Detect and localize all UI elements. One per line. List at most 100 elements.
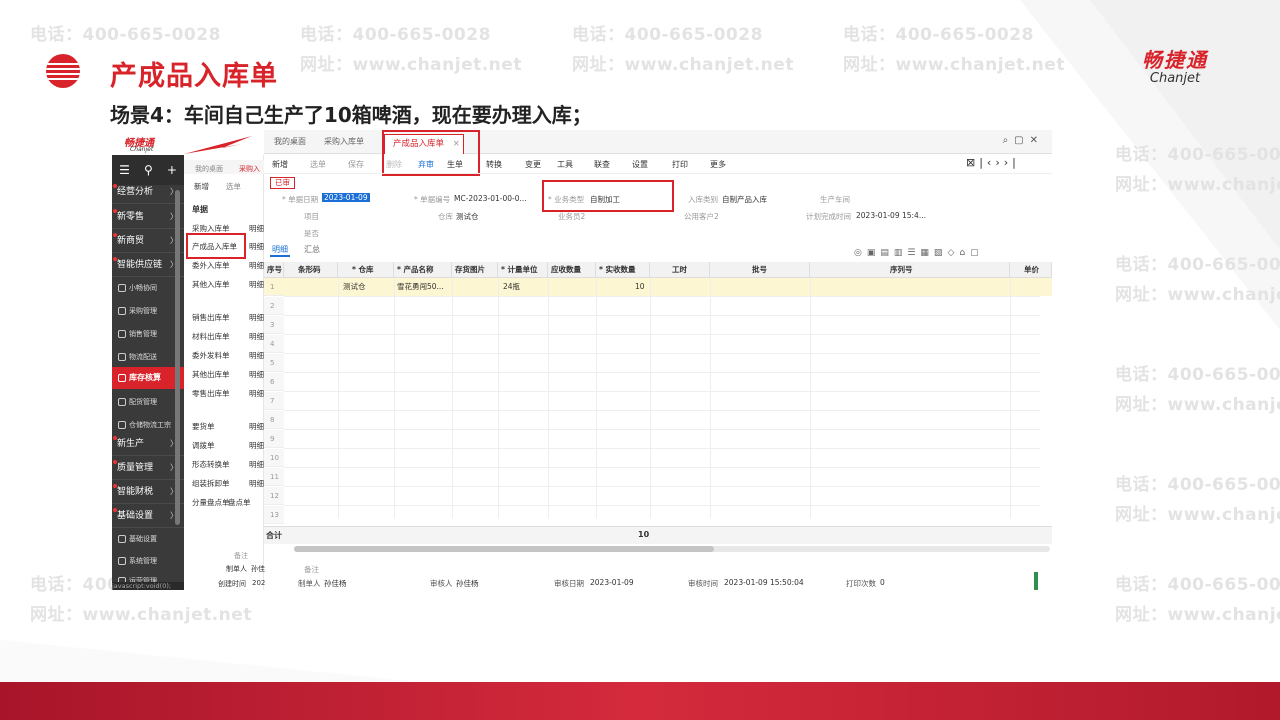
sidebar-sub-system[interactable]: 系统管理 xyxy=(112,550,184,572)
delete-button[interactable]: 删除 xyxy=(386,159,402,170)
menu-other-in[interactable]: 其他入库单 xyxy=(192,279,230,290)
sidebar-sub-sales[interactable]: 销售管理 xyxy=(112,323,184,345)
sidebar-item-production[interactable]: 新生产〉 xyxy=(112,432,184,456)
sidebar-sub-basic[interactable]: 基础设置 xyxy=(112,528,184,550)
menu-detail-link[interactable]: 明细 xyxy=(249,369,264,380)
convert-button[interactable]: 转换 xyxy=(486,159,502,170)
sidebar-sub-collab[interactable]: 小畅协同 xyxy=(112,277,184,299)
row-number: 9 xyxy=(264,430,284,448)
menu-detail-link[interactable]: 明细 xyxy=(249,459,264,470)
sidebar-sub-distribution[interactable]: 配货管理 xyxy=(112,391,184,413)
sidebar-item-finance[interactable]: 智能财税〉 xyxy=(112,480,184,504)
generate-button[interactable]: 生单 xyxy=(447,159,463,170)
menu-product-in[interactable]: 产成品入库单 xyxy=(192,241,237,252)
mid-creator-label: 制单人 xyxy=(226,565,247,573)
mid-note-label: 备注 xyxy=(234,552,248,560)
menu-transfer[interactable]: 调拨单 xyxy=(192,440,215,451)
menu-detail-link[interactable]: 明细 xyxy=(249,279,264,290)
menu-material-out[interactable]: 材料出库单 xyxy=(192,331,230,342)
cell-unit[interactable]: 24瓶 xyxy=(500,278,520,296)
mid-tab-purchase[interactable]: 采购入 xyxy=(239,164,260,174)
sidebar-item-quality[interactable]: 质量管理〉 xyxy=(112,456,184,480)
tab-close-icon[interactable]: × xyxy=(453,139,460,149)
sidebar-sub-purchase[interactable]: 采购管理 xyxy=(112,300,184,322)
menu-sales-out[interactable]: 销售出库单 xyxy=(192,312,230,323)
menu-detail-link[interactable]: 明细 xyxy=(249,478,264,489)
menu-retail-out[interactable]: 零售出库单 xyxy=(192,388,230,399)
audit-date-value: 2023-01-09 xyxy=(590,578,634,587)
mid-select-button[interactable]: 选单 xyxy=(226,181,241,192)
cell-product[interactable]: 雪花勇闯50... xyxy=(394,278,444,296)
menu-purchase-in[interactable]: 采购入库单 xyxy=(192,223,230,234)
tools-button[interactable]: 工具 xyxy=(557,159,573,170)
watermark-phone: 电话：400-665-0028 xyxy=(300,25,491,45)
menu-detail-link[interactable]: 明细 xyxy=(249,331,264,342)
col-image: 存货图片 xyxy=(452,262,498,278)
menu-detail-link[interactable]: 明细 xyxy=(249,350,264,361)
menu-stocktake-link[interactable]: 盘点单 xyxy=(228,497,251,508)
menu-other-out[interactable]: 其他出库单 xyxy=(192,369,230,380)
sidebar-item-trade[interactable]: 新商贸〉 xyxy=(112,229,184,253)
status-badge: 已审 xyxy=(270,177,295,189)
mid-new-button[interactable]: 新增 xyxy=(194,181,209,192)
menu-detail-link[interactable]: 明细 xyxy=(249,312,264,323)
menu-form-convert[interactable]: 形态转换单 xyxy=(192,459,230,470)
tab-detail[interactable]: 明细 xyxy=(270,244,290,257)
menu-detail-link[interactable]: 明细 xyxy=(249,440,264,451)
horizontal-scrollbar[interactable] xyxy=(294,546,1050,552)
mid-tab-desktop[interactable]: 我的桌面 xyxy=(195,164,223,174)
warehouse-field[interactable]: 测试仓 xyxy=(456,211,479,222)
tab-purchase-in[interactable]: 采购入库单 xyxy=(324,136,364,147)
menu-detail-link[interactable]: 明细 xyxy=(249,241,264,252)
menu-detail-link[interactable]: 明细 xyxy=(249,421,264,432)
menu-icon[interactable]: ☰ xyxy=(119,163,130,177)
sidebar-sub-logistics[interactable]: 物流配送 xyxy=(112,346,184,368)
sidebar-item-retail[interactable]: 新零售〉 xyxy=(112,205,184,229)
col-batch: 批号 xyxy=(710,262,810,278)
save-button[interactable]: 保存 xyxy=(348,159,364,170)
menu-detail-link[interactable]: 明细 xyxy=(249,223,264,234)
sidebar-sub-inventory[interactable]: 库存核算 xyxy=(112,367,184,389)
menu-assembly[interactable]: 组装拆卸单 xyxy=(192,478,230,489)
cell-warehouse[interactable]: 测试仓 xyxy=(340,278,366,296)
plus-icon[interactable]: + xyxy=(167,163,177,177)
customer-label: 公用客户2 xyxy=(684,212,719,221)
date-label: * 单据日期 xyxy=(282,195,319,204)
code-field[interactable]: MC-2023-01-00-0... xyxy=(454,194,527,203)
grid-line xyxy=(710,278,711,518)
menu-outsource-issue[interactable]: 委外发料单 xyxy=(192,350,230,361)
tab-summary[interactable]: 汇总 xyxy=(304,244,320,255)
in-type-field[interactable]: 自制产品入库 xyxy=(722,194,767,205)
plan-time-field[interactable]: 2023-01-09 15:4... xyxy=(856,211,926,220)
settings-button[interactable]: 设置 xyxy=(632,159,648,170)
search-icon[interactable]: ⚲ xyxy=(144,163,153,177)
menu-detail-link[interactable]: 明细 xyxy=(249,260,264,271)
menu-stocktake[interactable]: 分量盘点单 xyxy=(192,497,230,508)
more-button[interactable]: 更多 xyxy=(710,159,726,170)
print-button[interactable]: 打印 xyxy=(672,159,688,170)
grid-line xyxy=(284,448,1040,449)
tab-desktop[interactable]: 我的桌面 xyxy=(274,136,306,147)
menu-outsource-in[interactable]: 委外入库单 xyxy=(192,260,230,271)
change-button[interactable]: 变更 xyxy=(525,159,541,170)
select-button[interactable]: 选单 xyxy=(310,159,326,170)
nav-arrows-icon[interactable]: ⊠|‹››| xyxy=(966,156,1020,169)
sidebar-scrollbar[interactable] xyxy=(175,190,180,525)
menu-detail-link[interactable]: 明细 xyxy=(249,388,264,399)
grid-toolbar-icons[interactable]: ◎▣▤▥☰▦▧◇⌂▢ xyxy=(854,248,984,258)
biz-type-field[interactable]: 自制加工 xyxy=(590,194,620,205)
unaudit-button[interactable]: 弃审 xyxy=(418,159,434,170)
date-field[interactable]: 2023-01-09 xyxy=(322,193,370,202)
tab-product-in[interactable]: 产成品入库单 × xyxy=(384,134,464,154)
menu-requisition[interactable]: 要货单 xyxy=(192,421,215,432)
sidebar-item-supply[interactable]: 智能供应链〉 xyxy=(112,253,184,277)
scroll-thumb[interactable] xyxy=(294,546,714,552)
row-number: 8 xyxy=(264,411,284,429)
sidebar-item-analysis[interactable]: 经营分析〉 xyxy=(112,180,184,204)
col-due-qty: 应收数量 xyxy=(548,262,596,278)
cell-actual-qty[interactable]: 10 xyxy=(632,278,645,296)
new-button[interactable]: 新增 xyxy=(272,159,288,170)
linked-query-button[interactable]: 联查 xyxy=(594,159,610,170)
sidebar-item-basic[interactable]: 基础设置〉 xyxy=(112,504,184,528)
mid-creator-value: 孙佳 xyxy=(251,565,265,573)
